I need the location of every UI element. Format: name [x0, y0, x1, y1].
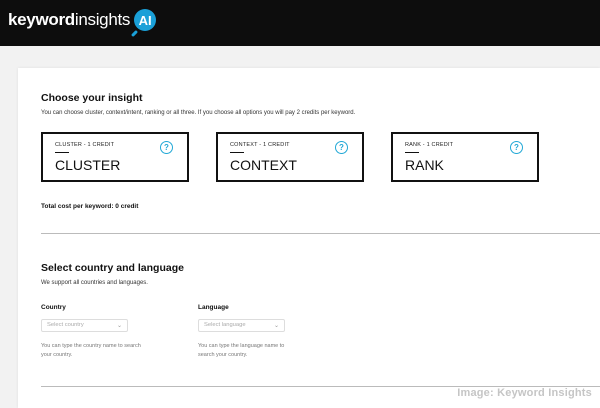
country-select[interactable]: Select country ⌄ — [41, 319, 128, 332]
image-credit: Image: Keyword Insights — [457, 387, 592, 399]
country-placeholder: Select country — [47, 322, 84, 328]
language-hint: You can type the language name to search… — [198, 343, 285, 358]
section-subtitle-insight: You can choose cluster, context/intent, … — [41, 110, 356, 116]
section-title-insight: Choose your insight — [41, 92, 143, 104]
chevron-down-icon: ⌄ — [273, 323, 279, 329]
logo[interactable]: keywordinsights AI — [8, 9, 157, 31]
logo-wordmark: keywordinsights — [8, 10, 131, 29]
help-icon[interactable]: ? — [160, 141, 173, 154]
logo-ai-badge: AI — [134, 9, 157, 31]
card-title: CLUSTER — [55, 157, 121, 173]
card-rule — [230, 152, 244, 153]
card-rule — [405, 152, 419, 153]
card-label: CONTEXT - 1 CREDIT — [230, 142, 290, 148]
section-divider — [41, 233, 600, 234]
top-bar: keywordinsights AI — [0, 0, 600, 46]
insight-card-context[interactable]: CONTEXT - 1 CREDIT CONTEXT ? — [216, 132, 364, 182]
card-label: CLUSTER - 1 CREDIT — [55, 142, 115, 148]
language-label: Language — [198, 304, 229, 311]
section-title-locale: Select country and language — [41, 262, 184, 274]
card-label: RANK - 1 CREDIT — [405, 142, 454, 148]
language-select[interactable]: Select language ⌄ — [198, 319, 285, 332]
chevron-down-icon: ⌄ — [116, 323, 122, 329]
main-panel: Choose your insight You can choose clust… — [18, 68, 600, 408]
total-cost: Total cost per keyword: 0 credit — [41, 203, 139, 210]
card-title: RANK — [405, 157, 444, 173]
help-icon[interactable]: ? — [510, 141, 523, 154]
insight-card-cluster[interactable]: CLUSTER - 1 CREDIT CLUSTER ? — [41, 132, 189, 182]
language-placeholder: Select language — [204, 322, 246, 328]
card-title: CONTEXT — [230, 157, 297, 173]
card-rule — [55, 152, 69, 153]
country-label: Country — [41, 304, 66, 311]
section-subtitle-locale: We support all countries and languages. — [41, 280, 148, 286]
help-icon[interactable]: ? — [335, 141, 348, 154]
country-hint: You can type the country name to search … — [41, 343, 141, 358]
insight-card-rank[interactable]: RANK - 1 CREDIT RANK ? — [391, 132, 539, 182]
